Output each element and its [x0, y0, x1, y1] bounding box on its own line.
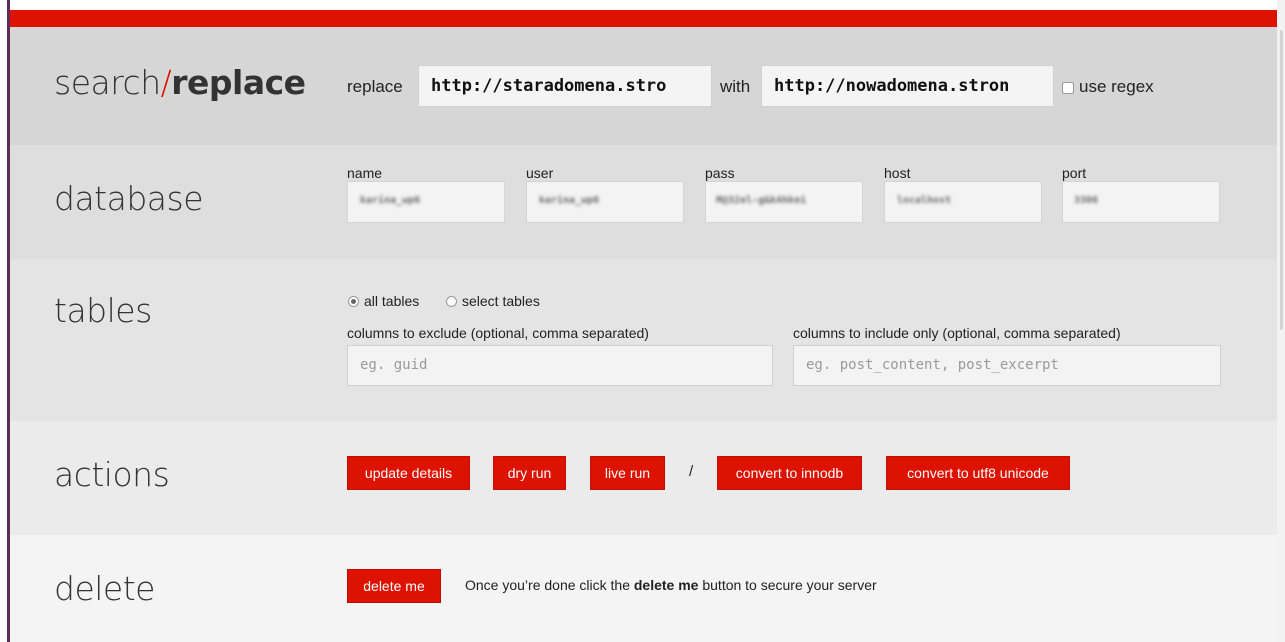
delete-me-button[interactable]: delete me	[347, 569, 441, 603]
scrollbar-thumb[interactable]	[1280, 30, 1283, 330]
search-input[interactable]: http://staradomena.stro	[418, 65, 712, 107]
scrollbar[interactable]	[1277, 0, 1285, 642]
actions-heading: actions	[54, 455, 170, 494]
regex-label: use regex	[1079, 77, 1154, 96]
db-pass-value: M@32el-g&kAhkei	[716, 195, 807, 206]
search-replace-heading: search/replace	[54, 63, 306, 102]
db-port-label: port	[1062, 165, 1087, 181]
delete-section: delete delete me Once you’re done click …	[10, 535, 1277, 642]
convert-utf8-button[interactable]: convert to utf8 unicode	[886, 456, 1070, 490]
db-port-value: 3306	[1074, 195, 1099, 206]
radio-select-tables-label: select tables	[462, 293, 540, 309]
db-host-value: localhost	[897, 195, 952, 206]
db-name-label: name	[347, 165, 383, 181]
live-run-button[interactable]: live run	[590, 456, 665, 490]
tables-heading: tables	[54, 291, 152, 330]
db-user-value: karina_wp6	[539, 195, 600, 206]
exclude-columns-input[interactable]: eg. guid	[347, 345, 773, 386]
regex-checkbox[interactable]	[1062, 82, 1074, 94]
database-section: database name karina_wp6 user karina_wp6…	[10, 145, 1277, 259]
window-left-edge	[0, 0, 10, 642]
db-user-label: user	[526, 165, 554, 181]
delete-heading: delete	[54, 569, 155, 608]
top-accent-bar	[10, 10, 1277, 27]
db-host-label: host	[884, 165, 911, 181]
radio-all-tables[interactable]	[348, 296, 359, 307]
update-details-button[interactable]: update details	[347, 456, 470, 490]
radio-all-tables-label: all tables	[364, 293, 420, 309]
include-columns-label: columns to include only (optional, comma…	[793, 325, 1121, 341]
delete-note: Once you’re done click the delete me but…	[465, 577, 877, 593]
replace-label: replace	[347, 77, 403, 96]
exclude-columns-label: columns to exclude (optional, comma sepa…	[347, 325, 649, 341]
db-name-value: karina_wp6	[360, 195, 421, 206]
radio-select-tables[interactable]	[446, 296, 457, 307]
actions-section: actions update details dry run live run …	[10, 421, 1277, 535]
replace-input[interactable]: http://nowadomena.stron	[761, 65, 1054, 107]
db-pass-label: pass	[705, 165, 735, 181]
include-columns-input[interactable]: eg. post_content, post_excerpt	[793, 345, 1221, 386]
dry-run-button[interactable]: dry run	[493, 456, 566, 490]
convert-innodb-button[interactable]: convert to innodb	[717, 456, 862, 490]
database-heading: database	[54, 179, 204, 218]
search-replace-section: search/replace replace http://staradomen…	[10, 27, 1277, 145]
with-label: with	[720, 77, 751, 96]
actions-separator: /	[689, 463, 694, 480]
tables-section: tables all tables select tables columns …	[10, 259, 1277, 421]
